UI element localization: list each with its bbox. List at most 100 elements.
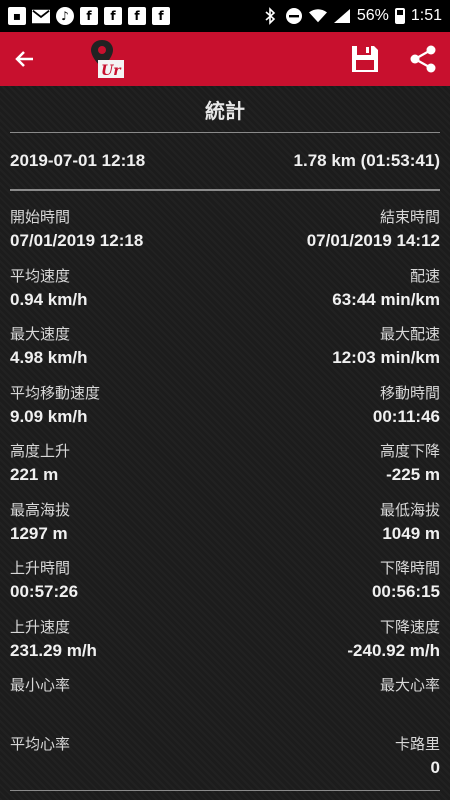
stat-label: 下降時間 bbox=[379, 559, 440, 577]
signal-icon bbox=[333, 7, 351, 25]
stat-label: 高度上升 bbox=[10, 442, 71, 460]
stat-left: 平均速度 0.94 km/h bbox=[10, 264, 88, 323]
stat-label: 開始時間 bbox=[10, 208, 71, 226]
stat-label: 下降速度 bbox=[379, 617, 440, 636]
facebook-icon: f bbox=[80, 7, 98, 25]
arrow-left-icon bbox=[15, 51, 33, 67]
stat-label: 最大速度 bbox=[10, 325, 71, 343]
page-title: 統計 bbox=[10, 86, 440, 133]
stat-label: 平均速度 bbox=[10, 266, 71, 285]
do-not-disturb-icon bbox=[285, 7, 303, 25]
stat-row: 平均速度 0.94 km/h 配速 63:44 min/km bbox=[10, 264, 440, 323]
stat-label: 最小心率 bbox=[10, 676, 71, 694]
stat-right: 卡路里 0 bbox=[395, 732, 440, 791]
stat-label: 平均移動速度 bbox=[10, 383, 101, 402]
stat-value: -240.92 m/h bbox=[347, 640, 440, 660]
stat-row: 高度上升 221 m 高度下降 -225 m bbox=[10, 439, 440, 498]
stat-label: 最大配速 bbox=[379, 325, 440, 343]
stats-list: 開始時間 07/01/2019 12:18 結束時間 07/01/2019 14:12… bbox=[10, 191, 440, 790]
stat-row: 平均移動速度 9.09 km/h 移動時間 00:11:46 bbox=[10, 381, 440, 440]
stat-right: 最大配速 12:03 min/km bbox=[332, 322, 440, 381]
stat-row: 最高海拔 1297 m 最低海拔 1049 m bbox=[10, 498, 440, 557]
stat-row: 平均心率 卡路里 0 bbox=[10, 732, 440, 791]
stat-left: 上升速度 231.29 m/h bbox=[10, 615, 97, 674]
facebook-icon: f bbox=[128, 7, 146, 25]
stat-left: 平均心率 bbox=[10, 732, 70, 791]
stat-label: 高度下降 bbox=[379, 442, 440, 460]
stat-value: 07/01/2019 12:18 bbox=[10, 231, 144, 250]
stat-right: 下降時間 00:56:15 bbox=[372, 556, 440, 615]
stat-value: 1049 m bbox=[382, 523, 440, 543]
stat-value: 221 m bbox=[10, 465, 59, 484]
track-distance: 1.78 km (01:53:41) bbox=[293, 151, 440, 170]
share-icon bbox=[410, 45, 436, 73]
stat-right: 高度下降 -225 m bbox=[380, 439, 440, 498]
track-summary: 2019-07-01 12:18 1.78 km (01:53:41) bbox=[10, 133, 440, 191]
battery-icon bbox=[394, 8, 405, 24]
stat-left: 最高海拔 1297 m bbox=[10, 498, 70, 557]
system-icons: 56% 1:51 bbox=[261, 7, 442, 25]
stat-value: 231.29 m/h bbox=[10, 640, 97, 660]
track-date: 2019-07-01 12:18 bbox=[10, 151, 146, 170]
stat-value: 0 bbox=[430, 757, 440, 777]
save-button[interactable] bbox=[348, 42, 382, 76]
stat-left: 開始時間 07/01/2019 12:18 bbox=[10, 205, 143, 264]
stat-right: 移動時間 00:11:46 bbox=[373, 381, 440, 440]
stat-value: 4.98 km/h bbox=[10, 348, 88, 367]
stat-value: 12:03 min/km bbox=[332, 348, 440, 367]
bluetooth-icon bbox=[261, 7, 279, 25]
stat-left: 上升時間 00:57:26 bbox=[10, 556, 78, 615]
stat-label: 最大心率 bbox=[379, 676, 440, 694]
music-icon: ♪ bbox=[56, 7, 74, 25]
stat-row: 開始時間 07/01/2019 12:18 結束時間 07/01/2019 14:12 bbox=[10, 205, 440, 264]
stat-value: 00:56:15 bbox=[371, 582, 440, 601]
stat-left: 平均移動速度 9.09 km/h bbox=[10, 381, 100, 440]
stat-left: 最小心率 bbox=[10, 673, 70, 732]
stat-value bbox=[10, 756, 70, 780]
battery-percent: 56% bbox=[356, 7, 389, 24]
stat-right: 配速 63:44 min/km bbox=[332, 264, 440, 323]
stat-right: 結束時間 07/01/2019 14:12 bbox=[307, 205, 440, 264]
facebook-icon: f bbox=[104, 7, 122, 25]
logo-text: Ur bbox=[101, 63, 122, 79]
stat-label: 移動時間 bbox=[379, 383, 440, 402]
stat-value: 9.09 km/h bbox=[10, 406, 88, 426]
stat-label: 平均心率 bbox=[10, 734, 71, 753]
stat-label: 卡路里 bbox=[394, 734, 440, 753]
share-button[interactable] bbox=[406, 42, 440, 76]
notification-icons: ▪ ♪ f f f f bbox=[8, 7, 170, 25]
app-bar: Ur bbox=[0, 32, 450, 86]
stat-left: 高度上升 221 m bbox=[10, 439, 70, 498]
stat-right: 最低海拔 1049 m bbox=[380, 498, 440, 557]
stat-label: 上升時間 bbox=[10, 559, 71, 577]
status-bar: ▪ ♪ f f f f 56% 1:51 bbox=[0, 0, 450, 32]
stat-left: 最大速度 4.98 km/h bbox=[10, 322, 88, 381]
stat-value: 1297 m bbox=[10, 523, 68, 543]
stat-value: 0.94 km/h bbox=[10, 289, 88, 309]
stat-value: 07/01/2019 14:12 bbox=[306, 231, 440, 250]
save-icon bbox=[352, 46, 378, 72]
stat-value: 00:57:26 bbox=[10, 582, 79, 601]
stat-right: 下降速度 -240.92 m/h bbox=[347, 615, 440, 674]
back-button[interactable] bbox=[0, 32, 50, 86]
stat-label: 結束時間 bbox=[379, 208, 440, 226]
stat-label: 最高海拔 bbox=[10, 500, 71, 519]
message-icon bbox=[32, 7, 50, 25]
stat-label: 最低海拔 bbox=[379, 500, 440, 519]
stat-row: 最小心率 最大心率 bbox=[10, 673, 440, 732]
stat-row: 最大速度 4.98 km/h 最大配速 12:03 min/km bbox=[10, 322, 440, 381]
divider bbox=[10, 790, 440, 791]
facebook-icon: f bbox=[152, 7, 170, 25]
stat-row: 上升時間 00:57:26 下降時間 00:56:15 bbox=[10, 556, 440, 615]
stat-value bbox=[10, 697, 70, 721]
stat-right: 最大心率 bbox=[380, 673, 440, 732]
clock: 1:51 bbox=[410, 7, 442, 24]
stat-value: 00:11:46 bbox=[372, 406, 440, 426]
stat-label: 上升速度 bbox=[10, 617, 71, 636]
stat-label: 配速 bbox=[409, 266, 440, 285]
wifi-icon bbox=[308, 7, 327, 25]
stat-value: -225 m bbox=[386, 465, 440, 484]
stat-row: 上升速度 231.29 m/h 下降速度 -240.92 m/h bbox=[10, 615, 440, 674]
stat-value: 63:44 min/km bbox=[332, 289, 440, 309]
app-notification-icon: ▪ bbox=[8, 7, 26, 25]
